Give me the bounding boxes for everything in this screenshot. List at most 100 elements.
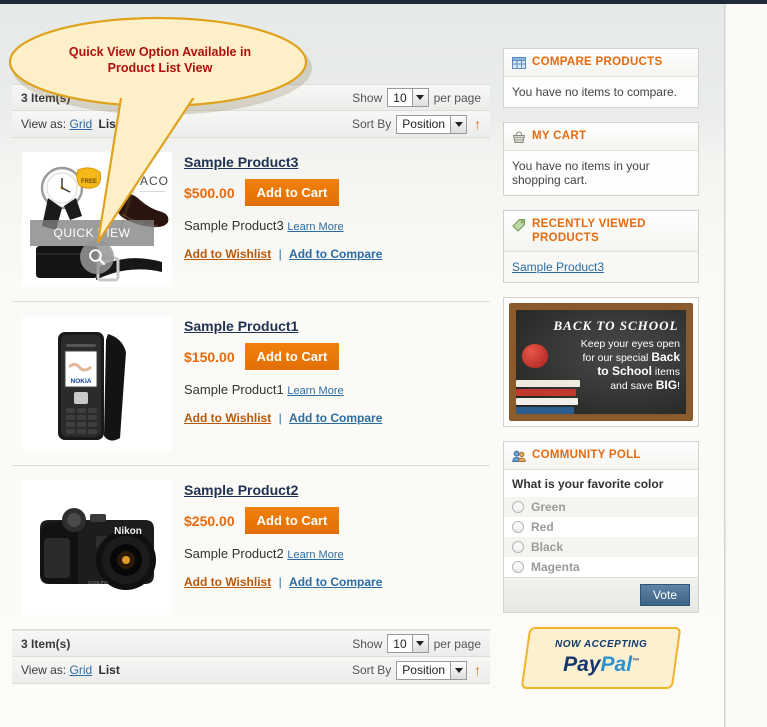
chevron-down-icon — [450, 115, 466, 133]
product-image-phone[interactable]: NOKIA — [22, 316, 172, 451]
sort-by-select-bottom[interactable]: Position — [396, 660, 467, 680]
products-list: FREE ACO ————— QUICK VIEW Sample Product… — [12, 138, 490, 630]
poll-option-red[interactable]: Red — [504, 517, 698, 537]
product-info: Sample Product2 $250.00 Add to Cart Samp… — [172, 480, 484, 615]
nokia-phone-photo: NOKIA — [22, 316, 172, 451]
product-short-description: Sample Product1 — [184, 382, 284, 397]
sort-direction-asc-icon-top[interactable]: ↑ — [472, 117, 481, 131]
action-separator: | — [278, 575, 282, 589]
tag-icon — [512, 219, 525, 232]
product-name-link[interactable]: Sample Product1 — [184, 318, 298, 334]
chevron-down-icon — [411, 89, 428, 106]
sort-by-label-top: Sort By — [351, 117, 392, 131]
show-per-page-select-top[interactable]: 10 — [387, 88, 429, 107]
paypal-badge[interactable]: NOW ACCEPTING PayPal™ — [520, 627, 682, 689]
sidebar: COMPARE PRODUCTS You have no items to co… — [503, 48, 699, 689]
sort-by-value-bottom: Position — [402, 663, 445, 677]
shopping-basket-icon — [512, 131, 526, 143]
quick-view-magnifier-button[interactable] — [80, 240, 114, 274]
toolbar-bottom-count: 3 Item(s) Show 10 per page — [12, 630, 490, 657]
my-cart-body: You have no items in your shopping cart. — [504, 151, 698, 195]
image-watermark: ACO — [140, 174, 169, 188]
recently-viewed-item[interactable]: Sample Product3 — [512, 260, 604, 274]
toolbar-top-count: 3 Item(s) Show 10 per page — [12, 84, 490, 111]
view-grid-link-top[interactable]: Grid — [69, 117, 92, 131]
community-poll-header: COMMUNITY POLL — [504, 442, 698, 470]
price-row: $250.00 Add to Cart — [184, 507, 484, 534]
add-to-compare-link[interactable]: Add to Compare — [289, 575, 382, 589]
learn-more-link[interactable]: Learn More — [287, 385, 343, 397]
toolbar-bottom-viewmode: View as: Grid List Sort By Position ↑ — [12, 657, 490, 684]
view-grid-link-bottom[interactable]: Grid — [69, 663, 92, 677]
product-image-camera[interactable]: Nikon COOLPIX — [22, 480, 172, 615]
search-icon — [89, 249, 106, 266]
my-cart-block: MY CART You have no items in your shoppi… — [503, 122, 699, 196]
view-as-label-top: View as: — [21, 117, 67, 131]
add-to-compare-link[interactable]: Add to Compare — [289, 247, 382, 261]
action-separator: | — [278, 411, 282, 425]
product-price: $250.00 — [184, 512, 235, 529]
paypal-pal-text: Pal — [600, 653, 632, 676]
poll-option-label: Red — [531, 520, 554, 534]
paypal-pay-text: Pay — [563, 653, 601, 676]
add-to-wishlist-link[interactable]: Add to Wishlist — [184, 575, 271, 589]
radio-icon[interactable] — [512, 541, 524, 553]
recently-viewed-header: RECENTLY VIEWED PRODUCTS — [504, 211, 698, 252]
my-cart-header: MY CART — [504, 123, 698, 151]
phone-brand: NOKIA — [71, 378, 92, 385]
product-info: Sample Product3 $500.00 Add to Cart Samp… — [172, 152, 484, 287]
product-price: $500.00 — [184, 184, 235, 201]
banner-line4-b: BIG — [655, 378, 678, 392]
sorter-top: Sort By Position ↑ — [351, 114, 481, 134]
radio-icon[interactable] — [512, 561, 524, 573]
poll-option-magenta[interactable]: Magenta — [504, 557, 698, 577]
view-list-current-top: List — [98, 117, 120, 131]
banner-text: BACK TO SCHOOL Keep your eyes open for o… — [552, 318, 680, 393]
radio-icon[interactable] — [512, 501, 524, 513]
product-name-link[interactable]: Sample Product3 — [184, 154, 298, 170]
toolbar-top-viewmode: View as: Grid List Sort By Position ↑ — [12, 111, 490, 138]
poll-option-green[interactable]: Green — [504, 497, 698, 517]
back-to-school-banner: BACK TO SCHOOL Keep your eyes open for o… — [509, 303, 693, 421]
community-poll-block: COMMUNITY POLL What is your favorite col… — [503, 441, 699, 613]
learn-more-link[interactable]: Learn More — [287, 549, 343, 561]
add-to-cart-button[interactable]: Add to Cart — [244, 343, 340, 370]
sort-by-select-top[interactable]: Position — [396, 114, 467, 134]
limiter-bottom: Show 10 per page — [352, 634, 481, 653]
add-to-cart-button[interactable]: Add to Cart — [244, 507, 340, 534]
product-image-accessories[interactable]: FREE ACO ————— QUICK VIEW — [22, 152, 172, 287]
list-item: Nikon COOLPIX Sample Product2 $250.00 Ad… — [12, 466, 490, 630]
poll-option-black[interactable]: Black — [504, 537, 698, 557]
product-list-column: 3 Item(s) Show 10 per page View as: Grid… — [12, 84, 490, 684]
add-to-wishlist-link[interactable]: Add to Wishlist — [184, 411, 271, 425]
outer-right-margin — [727, 4, 767, 727]
product-actions: Add to Wishlist | Add to Compare — [184, 575, 484, 589]
product-short-description: Sample Product3 — [184, 218, 284, 233]
show-label-top: Show — [352, 90, 383, 105]
compare-products-block: COMPARE PRODUCTS You have no items to co… — [503, 48, 699, 108]
poll-option-label: Green — [531, 500, 566, 514]
promo-banner[interactable]: BACK TO SCHOOL Keep your eyes open for o… — [503, 297, 699, 427]
show-per-page-value-bottom: 10 — [393, 636, 407, 651]
radio-icon[interactable] — [512, 521, 524, 533]
chevron-down-icon — [411, 635, 428, 652]
chevron-down-icon — [450, 661, 466, 679]
per-page-label-top: per page — [433, 90, 481, 105]
compare-products-header: COMPARE PRODUCTS — [504, 49, 698, 77]
price-row: $500.00 Add to Cart — [184, 179, 484, 206]
add-to-wishlist-link[interactable]: Add to Wishlist — [184, 247, 271, 261]
community-poll-body: What is your favorite color Green Red Bl… — [504, 470, 698, 612]
product-description: Sample Product1 Learn More — [184, 382, 484, 397]
sort-direction-asc-icon-bottom[interactable]: ↑ — [472, 663, 481, 677]
product-price: $150.00 — [184, 348, 235, 365]
add-to-compare-link[interactable]: Add to Compare — [289, 411, 382, 425]
add-to-cart-button[interactable]: Add to Cart — [244, 179, 340, 206]
banner-line2: for our special Back — [552, 351, 680, 365]
learn-more-link[interactable]: Learn More — [287, 221, 343, 233]
product-name-link[interactable]: Sample Product2 — [184, 482, 298, 498]
sorter-bottom: Sort By Position ↑ — [352, 660, 481, 680]
show-per-page-select-bottom[interactable]: 10 — [387, 634, 429, 653]
my-cart-title: MY CART — [532, 130, 587, 142]
view-list-current-bottom: List — [98, 663, 120, 677]
vote-button[interactable]: Vote — [639, 584, 690, 606]
